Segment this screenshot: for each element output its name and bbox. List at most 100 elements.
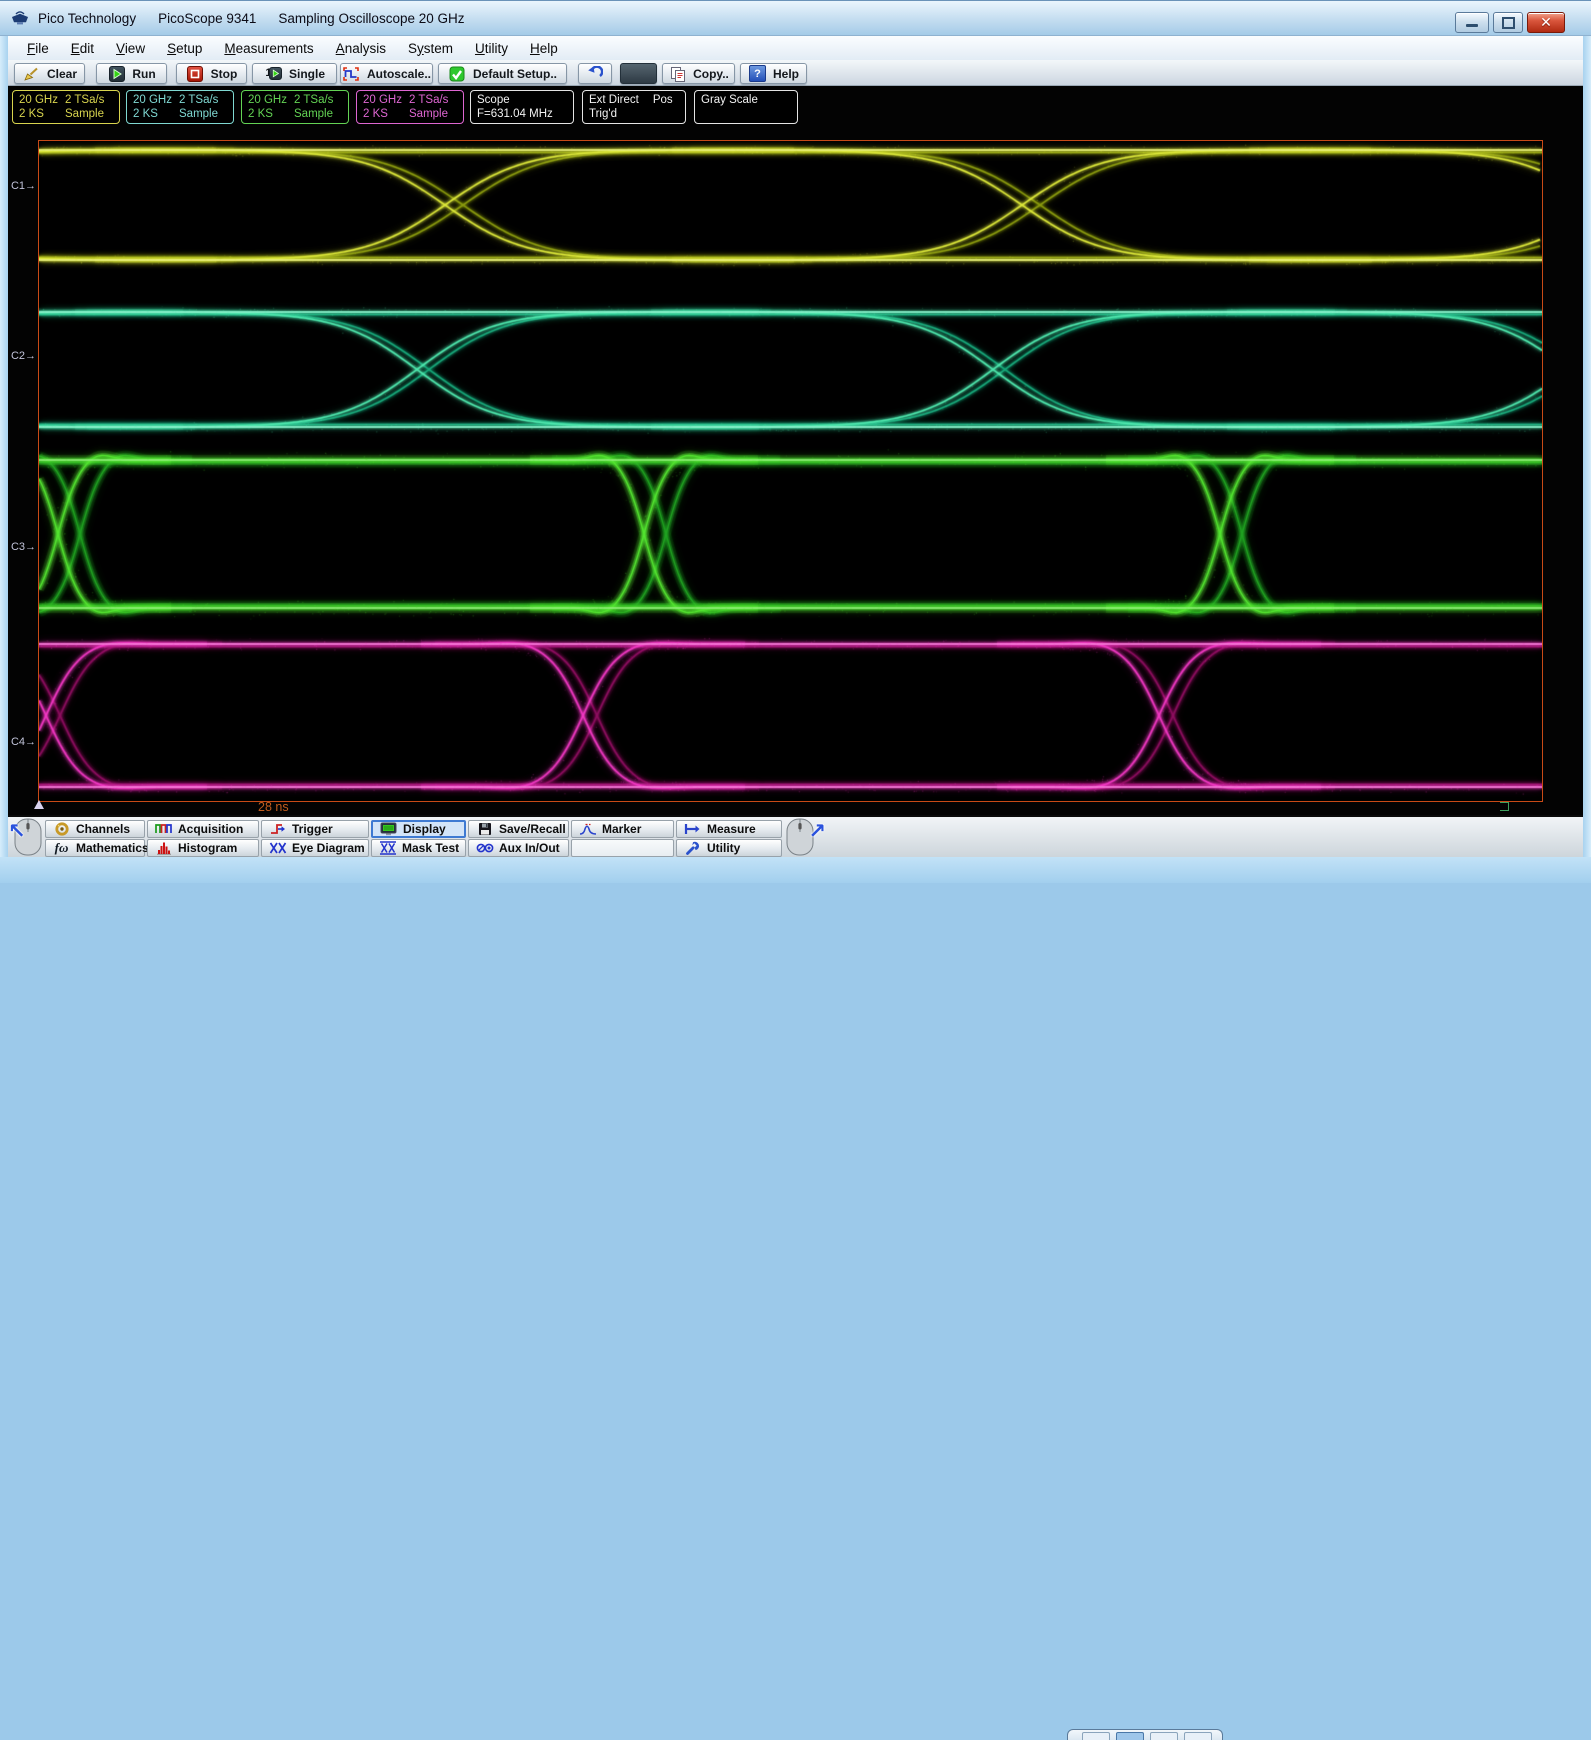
single-button[interactable]: 1Single bbox=[252, 63, 337, 84]
menu-analysis[interactable]: Analysis bbox=[325, 39, 397, 58]
menu-file[interactable]: File bbox=[16, 39, 60, 58]
title-model: PicoScope 9341 bbox=[158, 11, 256, 26]
trigger-status-box[interactable]: Ext DirectPos Trig'd bbox=[582, 90, 686, 124]
eye-diagram-canvas[interactable] bbox=[39, 141, 1542, 801]
snapshot-button[interactable] bbox=[620, 63, 657, 84]
channel-1-position-marker[interactable]: C1→ bbox=[10, 180, 36, 192]
marker-menu-button[interactable]: Marker bbox=[571, 820, 674, 838]
copy-icon bbox=[668, 66, 687, 82]
histogram-icon bbox=[154, 840, 173, 856]
run-icon bbox=[107, 66, 126, 82]
undo-icon bbox=[586, 66, 605, 82]
menu-system[interactable]: System bbox=[397, 39, 464, 58]
peek-button[interactable] bbox=[1150, 1732, 1178, 1740]
menu-measurements[interactable]: Measurements bbox=[213, 39, 324, 58]
menu-help[interactable]: Help bbox=[519, 39, 569, 58]
acquisition-icon bbox=[154, 821, 173, 837]
help-button[interactable]: ?Help bbox=[740, 63, 807, 84]
channel-4-position-marker[interactable]: C4→ bbox=[10, 736, 36, 748]
menu-edit[interactable]: Edit bbox=[60, 39, 105, 58]
scope-frequency: F=631.04 MHz bbox=[477, 107, 567, 121]
window-frame-left bbox=[0, 36, 8, 857]
measure-icon bbox=[683, 821, 702, 837]
bottom-menu-bar: ↖ChannelsAcquisitionTriggerDisplaySave/R… bbox=[8, 815, 1583, 857]
app-window: Pico Technology PicoScope 9341 Sampling … bbox=[0, 0, 1591, 883]
close-icon: ✕ bbox=[1540, 14, 1552, 31]
clear-button[interactable]: Clear bbox=[14, 63, 85, 84]
peek-button[interactable] bbox=[1082, 1732, 1110, 1740]
stop-button[interactable]: Stop bbox=[176, 63, 247, 84]
title-company: Pico Technology bbox=[38, 11, 136, 26]
autoscale-icon bbox=[342, 66, 361, 82]
acquisition-menu-button[interactable]: Acquisition bbox=[147, 820, 259, 838]
display-icon bbox=[379, 821, 398, 837]
channel-1-status-box[interactable]: 20 GHz 2 TSa/s 2 KS Sample bbox=[12, 90, 120, 124]
menu-bar: FileEditViewSetupMeasurementsAnalysisSys… bbox=[8, 36, 1583, 60]
menu-setup[interactable]: Setup bbox=[156, 39, 213, 58]
display-menu-button[interactable]: Display bbox=[371, 820, 466, 838]
window-frame-bottom bbox=[0, 857, 1591, 883]
eye-diagram-menu-button[interactable]: Eye Diagram bbox=[261, 839, 369, 857]
peek-button-selected[interactable] bbox=[1116, 1732, 1144, 1740]
maximize-button[interactable] bbox=[1493, 12, 1523, 33]
channel-2-position-marker[interactable]: C2→ bbox=[10, 350, 36, 362]
trigger-icon bbox=[268, 821, 287, 837]
mask-test-icon bbox=[378, 840, 397, 856]
mathematics-menu-button[interactable]: fωMathematics bbox=[45, 839, 145, 857]
copy-button[interactable]: Copy.. bbox=[662, 63, 735, 84]
mask-test-menu-button[interactable]: Mask Test bbox=[371, 839, 466, 857]
channels-icon bbox=[52, 821, 71, 837]
peek-button[interactable] bbox=[1184, 1732, 1212, 1740]
graticule-border bbox=[38, 140, 1543, 802]
save-recall-menu-button[interactable]: Save/Recall bbox=[468, 820, 569, 838]
timebase-label: 28 ns bbox=[258, 800, 289, 814]
minimize-icon bbox=[1466, 24, 1478, 27]
check-icon bbox=[448, 66, 467, 82]
channel-3-status-box[interactable]: 20 GHz 2 TSa/s 2 KS Sample bbox=[241, 90, 349, 124]
aux-io-icon bbox=[475, 840, 494, 856]
trigger-menu-button[interactable]: Trigger bbox=[261, 820, 369, 838]
undo-button[interactable] bbox=[578, 63, 612, 84]
utility-menu-button[interactable]: Utility bbox=[676, 839, 782, 857]
minimize-button[interactable] bbox=[1455, 12, 1489, 33]
question-mark-glyph: ? bbox=[749, 65, 766, 82]
measure-menu-button[interactable]: Measure bbox=[676, 820, 782, 838]
trigger-position-marker[interactable] bbox=[34, 800, 44, 809]
scope-display-area: Scope F=631.04 MHz Ext DirectPos Trig'd … bbox=[8, 86, 1583, 815]
autoscale-button[interactable]: Autoscale.. bbox=[340, 63, 433, 84]
menu-view[interactable]: View bbox=[105, 39, 156, 58]
single-icon: 1 bbox=[264, 67, 283, 80]
menu-utility[interactable]: Utility bbox=[464, 39, 519, 58]
window-frame-right bbox=[1583, 36, 1591, 857]
display-mode-title: Gray Scale bbox=[701, 93, 791, 107]
close-button[interactable]: ✕ bbox=[1527, 12, 1565, 33]
toolbar: Clear Run Stop1SingleAutoscale..Default Se… bbox=[8, 60, 1583, 86]
channel-2-status-box[interactable]: 20 GHz 2 TSa/s 2 KS Sample bbox=[126, 90, 234, 124]
mouse-left-button-hint-icon: ↖ bbox=[8, 817, 48, 859]
title-bar: Pico Technology PicoScope 9341 Sampling … bbox=[0, 0, 1591, 36]
mathematics-icon: fω bbox=[52, 840, 71, 856]
aux-in-out-menu-button[interactable]: Aux In/Out bbox=[468, 839, 569, 857]
channels-menu-button[interactable]: Channels bbox=[45, 820, 145, 838]
channel-3-position-marker[interactable]: C3→ bbox=[10, 541, 36, 553]
blank-cell[interactable] bbox=[571, 839, 674, 857]
display-mode-box[interactable]: Gray Scale bbox=[694, 90, 798, 124]
background-window-peek[interactable] bbox=[1067, 1729, 1223, 1740]
broom-icon bbox=[22, 66, 41, 82]
utility-icon bbox=[683, 840, 702, 856]
scope-status-title: Scope bbox=[477, 93, 567, 107]
maximize-icon bbox=[1502, 17, 1515, 29]
default-setup-button[interactable]: Default Setup.. bbox=[438, 63, 567, 84]
app-icon bbox=[10, 9, 30, 27]
histogram-menu-button[interactable]: Histogram bbox=[147, 839, 259, 857]
run-button[interactable]: Run bbox=[96, 63, 167, 84]
scope-status-box[interactable]: Scope F=631.04 MHz bbox=[470, 90, 574, 124]
timebase-end-bracket[interactable] bbox=[1500, 802, 1509, 811]
trigger-slope: Pos bbox=[653, 94, 673, 106]
eye-diagram-icon bbox=[268, 840, 287, 856]
help-icon: ? bbox=[748, 65, 767, 82]
save-recall-icon bbox=[475, 821, 494, 837]
stop-icon bbox=[186, 66, 205, 82]
trigger-source: Ext Direct bbox=[589, 94, 639, 106]
channel-4-status-box[interactable]: 20 GHz 2 TSa/s 2 KS Sample bbox=[356, 90, 464, 124]
